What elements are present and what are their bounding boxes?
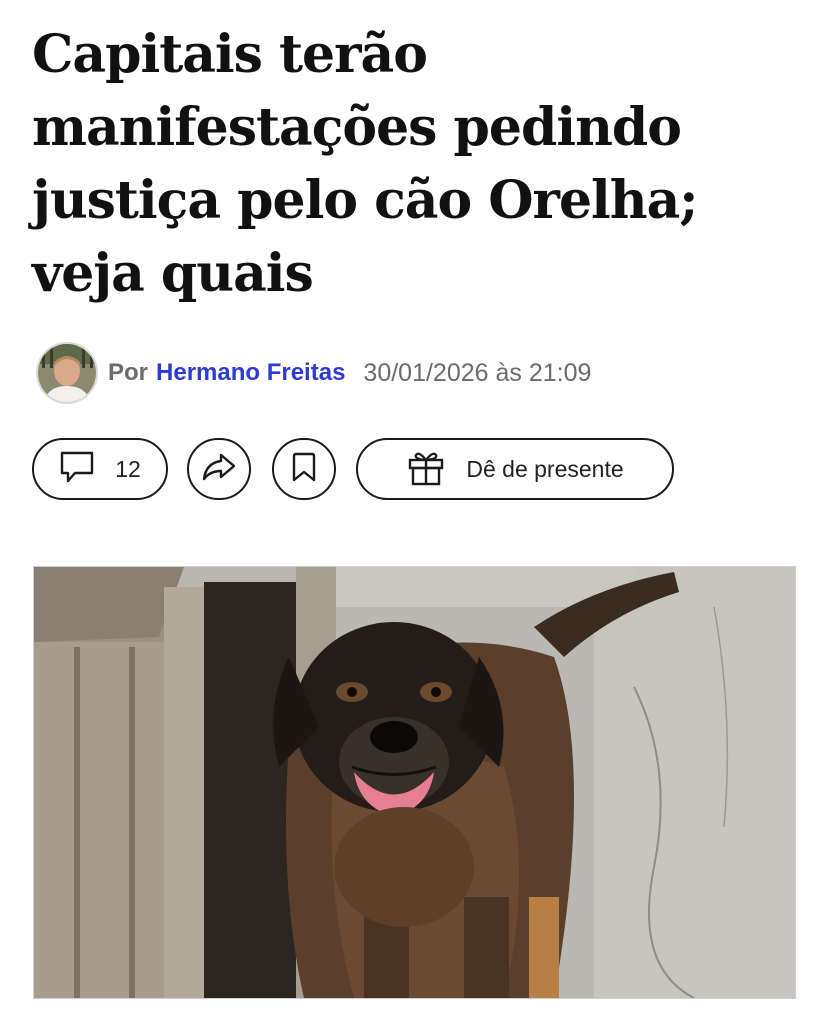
author-link[interactable]: Hermano Freitas [156,359,345,387]
comment-icon [59,450,95,489]
gift-icon [406,447,446,492]
comments-button[interactable]: 12 [32,438,168,500]
author-avatar[interactable] [36,342,98,404]
comments-count: 12 [115,455,141,482]
bookmark-icon [291,451,317,488]
publish-date: 30/01/2026 às 21:09 [363,358,592,387]
bookmark-button[interactable] [272,438,336,500]
byline-prefix: Por [108,359,149,386]
share-button[interactable] [187,438,251,500]
byline: Por Hermano Freitas 30/01/2026 às 21:09 [36,341,591,405]
share-icon [201,452,237,487]
gift-label: Dê de presente [466,455,624,482]
article-photo[interactable] [33,566,796,999]
gift-article-button[interactable]: Dê de presente [356,438,674,500]
article-title: Capitais terão manifestações pedindo jus… [32,24,698,304]
